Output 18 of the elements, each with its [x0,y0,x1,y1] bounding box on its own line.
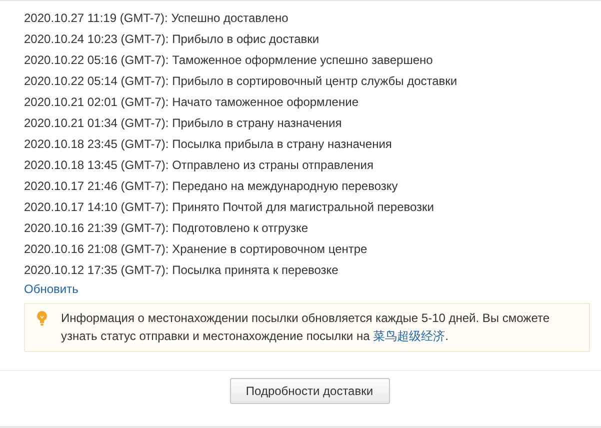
tracking-event: 2020.10.24 10:23 (GMT-7): Прибыло в офис доставки [24,31,320,48]
tracking-event: 2020.10.16 21:39 (GMT-7): Подготовлено к отгрузке [24,220,310,237]
tracking-event: 2020.10.16 21:08 (GMT-7): Хранение в сортировочном центре [24,241,368,258]
tracking-event: 2020.10.21 02:01 (GMT-7): Начато таможенное оформление [24,94,360,111]
tracking-event: 2020.10.21 01:34 (GMT-7): Прибыло в страну назначения [24,115,343,132]
lightbulb-icon [37,311,47,326]
refresh-link[interactable]: Обновить [24,281,78,297]
tracking-event: 2020.10.27 11:19 (GMT-7): Успешно доставлено [24,10,290,27]
tracking-event: 2020.10.17 21:46 (GMT-7): Передано на международную перевозку [24,178,399,195]
tracking-event: 2020.10.18 23:45 (GMT-7): Посылка прибыла в страну назначения [24,136,393,153]
tracking-event: 2020.10.22 05:14 (GMT-7): Прибыло в сортировочный центр службы доставки [24,73,458,90]
notice-text: Информация о местонахождении посылки обновляется каждые 5-10 дней. Вы сможете узнать статус отправки и местонахождение посылки на 菜鸟超级经济. [61,310,551,345]
service-link[interactable]: 菜鸟超级经济 [373,329,446,343]
delivery-details-button[interactable]: Подробности доставки [230,378,390,404]
tracking-event: 2020.10.17 14:10 (GMT-7): Принято Почтой для магистральной перевозки [24,199,435,216]
tracking-event: 2020.10.22 05:16 (GMT-7): Таможенное оформление успешно завершено [24,52,434,69]
tracking-event: 2020.10.18 13:45 (GMT-7): Отправлено из страны отправления [24,157,375,174]
tracking-event: 2020.10.12 17:35 (GMT-7): Посылка принята к перевозке [24,262,340,279]
